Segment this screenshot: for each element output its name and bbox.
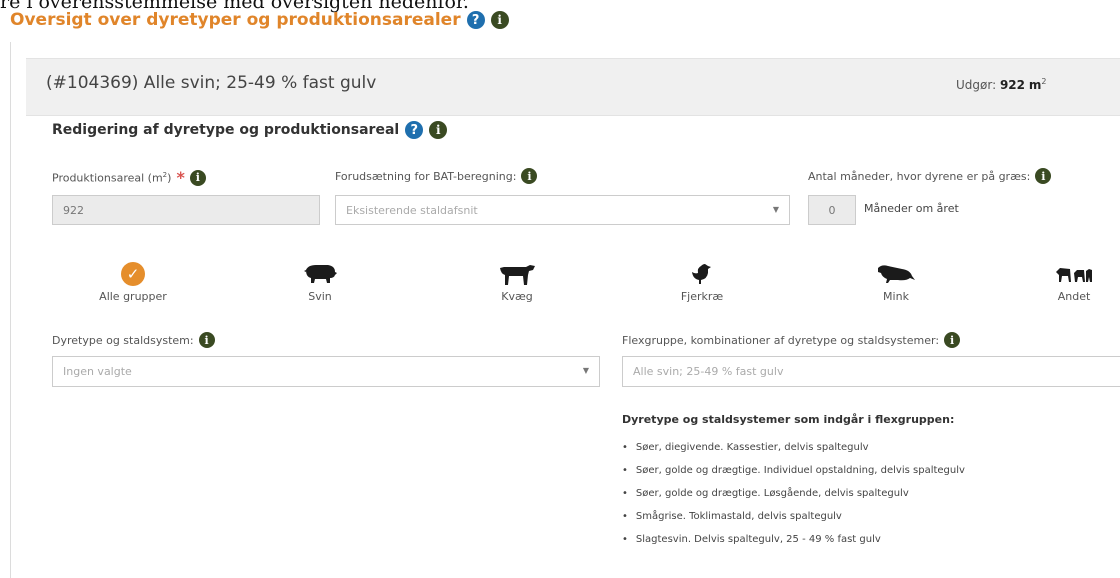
list-item: Slagtesvin. Delvis spaltegulv, 25 - 49 %… <box>622 528 965 551</box>
bat-label: Forudsætning for BAT-beregning: i <box>335 168 538 184</box>
flexgroup-label-text: Flexgruppe, kombinationer af dyretype og… <box>622 333 940 347</box>
area-value: 922 <box>999 78 1026 92</box>
section-heading-title: Oversigt over dyretyper og produktionsar… <box>10 10 461 30</box>
animal-group-label: Alle grupper <box>99 290 167 303</box>
production-area-label: Produktionsareal (m2) * i <box>52 168 206 187</box>
info-icon[interactable]: i <box>490 11 509 29</box>
animal-group-label: Andet <box>1057 290 1091 303</box>
other-animals-icon <box>1036 262 1112 286</box>
months-label-text: Antal måneder, hvor dyrene er på græs: <box>808 169 1031 183</box>
info-icon[interactable]: i <box>521 168 538 184</box>
info-icon[interactable]: i <box>944 332 961 348</box>
animal-type-label: Dyretype og staldsystem: i <box>52 332 215 348</box>
pig-icon <box>275 262 365 286</box>
flexgroup-label: Flexgruppe, kombinationer af dyretype og… <box>622 332 961 348</box>
dropdown-caret-icon: ▼ <box>582 366 589 375</box>
months-unit-text: Måneder om året <box>864 202 959 215</box>
chicken-icon <box>657 262 747 286</box>
animal-group-svin[interactable]: Svin <box>275 262 365 303</box>
animal-group-label: Svin <box>308 290 332 303</box>
months-field: 0 <box>808 195 856 225</box>
flexgroup-list: Søer, diegivende. Kassestier, delvis spa… <box>622 436 965 551</box>
list-item: Smågrise. Toklimastald, delvis spaltegul… <box>622 505 965 528</box>
list-item: Søer, golde og drægtige. Løsgående, delv… <box>622 482 965 505</box>
info-icon[interactable]: i <box>1035 168 1052 184</box>
months-label: Antal måneder, hvor dyrene er på græs: i <box>808 168 1052 184</box>
help-icon[interactable]: ? <box>466 11 485 29</box>
animal-group-all[interactable]: ✓ Alle grupper <box>88 262 178 303</box>
animal-type-label-text: Dyretype og staldsystem: <box>52 333 194 347</box>
area-unit: m <box>1028 78 1042 92</box>
info-icon[interactable]: i <box>429 121 448 139</box>
flexgroup-select[interactable]: Alle svin; 25-49 % fast gulv <box>622 356 1120 387</box>
editing-heading: Redigering af dyretype og produktionsare… <box>52 121 448 139</box>
dropdown-caret-icon: ▼ <box>772 205 779 214</box>
panel-title: (#104369) Alle svin; 25-49 % fast gulv <box>46 73 377 93</box>
cow-icon <box>472 262 562 286</box>
animal-group-label: Mink <box>883 290 909 303</box>
animal-group-label: Fjerkræ <box>680 290 724 303</box>
area-unit-sup: 2 <box>1041 77 1047 86</box>
editing-heading-title: Redigering af dyretype og produktionsare… <box>52 122 400 138</box>
bat-label-text: Forudsætning for BAT-beregning: <box>335 169 517 183</box>
animal-type-select[interactable]: Ingen valgte ▼ <box>52 356 600 387</box>
animal-type-placeholder: Ingen valgte <box>63 365 132 378</box>
bat-select-value: Eksisterende staldafsnit <box>346 203 478 217</box>
production-area-field: 922 <box>52 195 320 225</box>
required-mark: * <box>176 168 185 187</box>
help-icon[interactable]: ? <box>405 121 424 139</box>
check-icon: ✓ <box>88 262 178 286</box>
panel-area-summary: Udgør: 922 m2 <box>956 77 1046 92</box>
area-label: Udgør: <box>956 78 997 92</box>
section-heading: Oversigt over dyretyper og produktionsar… <box>10 10 509 30</box>
mink-icon <box>851 262 941 286</box>
animal-group-fjerkrae[interactable]: Fjerkræ <box>657 262 747 303</box>
list-item: Søer, diegivende. Kassestier, delvis spa… <box>622 436 965 459</box>
animal-group-label: Kvæg <box>501 290 533 303</box>
panel-header[interactable]: (#104369) Alle svin; 25-49 % fast gulv U… <box>26 58 1120 116</box>
animal-group-kvaeg[interactable]: Kvæg <box>472 262 562 303</box>
info-icon[interactable]: i <box>198 332 215 348</box>
production-area-label-text: Produktionsareal (m2) <box>52 170 172 185</box>
list-item: Søer, golde og drægtige. Individuel opst… <box>622 459 965 482</box>
bat-select[interactable]: Eksisterende staldafsnit ▼ <box>335 195 790 225</box>
animal-group-andet[interactable]: Andet <box>1036 262 1112 303</box>
info-icon[interactable]: i <box>189 169 206 186</box>
animal-group-mink[interactable]: Mink <box>851 262 941 303</box>
flexgroup-list-title: Dyretype og staldsystemer som indgår i f… <box>622 413 955 426</box>
